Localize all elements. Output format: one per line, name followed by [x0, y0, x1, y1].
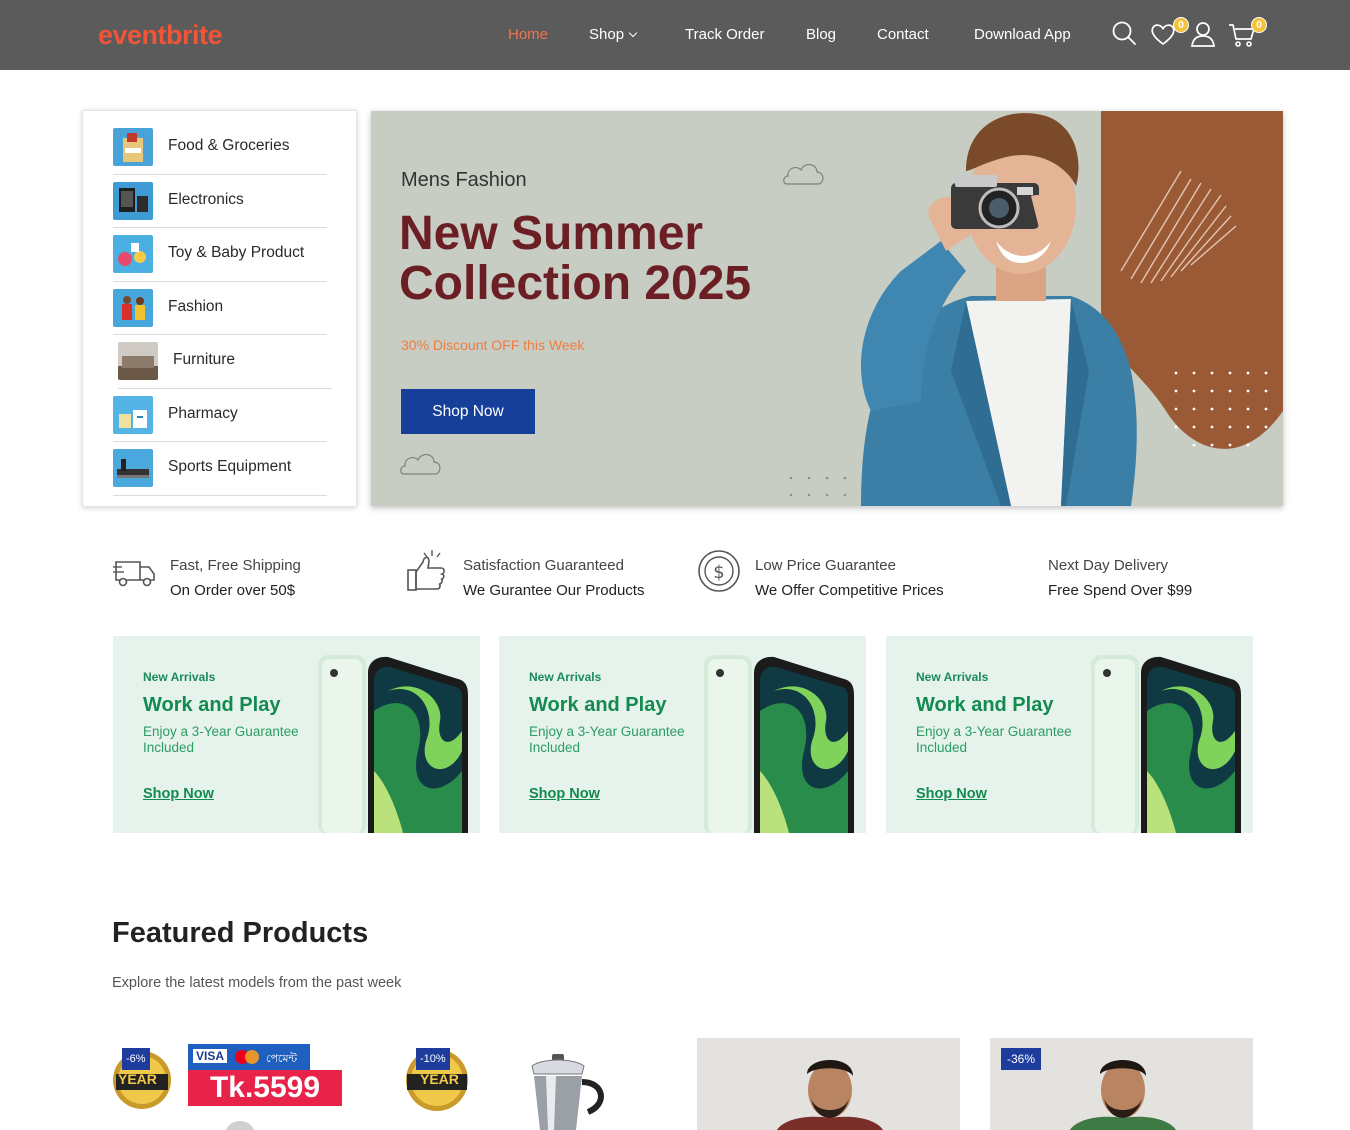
tablet-product-image: [318, 655, 468, 833]
nav-contact[interactable]: Contact: [877, 26, 929, 43]
discount-badge: -10%: [416, 1048, 450, 1070]
mastercard-logo: [235, 1050, 259, 1064]
feature-subtitle: We Gurantee Our Products: [463, 582, 645, 599]
promo-description: Enjoy a 3-Year Guarantee Included: [916, 724, 1072, 755]
category-item-fashion[interactable]: Fashion: [113, 282, 327, 335]
visa-logo: VISA: [193, 1049, 228, 1063]
toy-baby-thumb: [113, 235, 153, 273]
promo-shop-now-link[interactable]: Shop Now: [916, 786, 987, 802]
hero-banner: Mens Fashion New Summer Collection 2025 …: [371, 111, 1283, 506]
product-card[interactable]: -10% YEAR: [404, 1038, 667, 1130]
discount-badge: -36%: [1001, 1048, 1042, 1070]
category-label: Toy & Baby Product: [168, 244, 305, 261]
promo-eyebrow: New Arrivals: [529, 670, 602, 684]
hero-shop-now-button[interactable]: Shop Now: [401, 389, 535, 434]
discount-badge: -6%: [122, 1048, 150, 1070]
feature-title: Low Price Guarantee: [755, 557, 896, 574]
price-banner: Tk.5599: [188, 1070, 342, 1106]
category-label: Electronics: [168, 190, 244, 208]
blender-product-image: [531, 1054, 604, 1130]
warranty-text: YEAR: [420, 1071, 459, 1087]
category-item-furniture[interactable]: Furniture: [118, 335, 332, 389]
product-image: [226, 1121, 254, 1130]
category-label: Sports Equipment: [168, 458, 292, 475]
promo-description: Enjoy a 3-Year Guarantee Included: [529, 724, 685, 755]
featured-products-heading: Featured Products: [112, 917, 369, 949]
promo-eyebrow: New Arrivals: [143, 670, 216, 684]
nav-shop-label: Shop: [589, 26, 625, 43]
thumbs-up-icon: [407, 550, 445, 591]
truck-icon: [113, 561, 155, 587]
nav-download-app[interactable]: Download App: [974, 26, 1071, 43]
product-card[interactable]: -6% YEAR VISA পেমেন্ট Tk.5599: [112, 1038, 375, 1130]
search-icon[interactable]: [1110, 19, 1140, 49]
category-label: Food & Groceries: [168, 137, 290, 154]
feature-subtitle: On Order over 50$: [170, 582, 296, 599]
product-card[interactable]: -36%: [990, 1038, 1253, 1130]
category-label: Fashion: [168, 297, 224, 315]
tablet-product-image: [1091, 655, 1241, 833]
pharmacy-thumb: [113, 395, 153, 434]
nav-home[interactable]: Home: [508, 26, 548, 43]
category-item-toy-baby-product[interactable]: Toy & Baby Product: [113, 228, 327, 282]
hero-subtitle: Mens Fashion: [401, 169, 527, 191]
feature-title: Next Day Delivery: [1048, 557, 1169, 574]
category-item-sports-equipment[interactable]: Sports Equipment: [113, 442, 327, 496]
nav-track-order[interactable]: Track Order: [685, 26, 764, 43]
feature-subtitle: We Offer Competitive Prices: [755, 582, 944, 599]
fashion-thumb: [113, 288, 153, 327]
promo-card: New Arrivals Work and Play Enjoy a 3-Yea…: [499, 636, 866, 833]
hero-title: New Summer Collection 2025: [399, 207, 752, 310]
promo-shop-now-link[interactable]: Shop Now: [143, 786, 214, 802]
category-sidebar: Food & Groceries Electronics Toy & Baby …: [82, 110, 357, 507]
eventbrite-logo[interactable]: eventbrite: [98, 20, 223, 51]
feature-fast-shipping: Fast, Free Shipping On Order over 50$: [112, 548, 382, 608]
category-label: Furniture: [173, 351, 236, 368]
product-card[interactable]: [697, 1038, 960, 1130]
promo-card: New Arrivals Work and Play Enjoy a 3-Yea…: [886, 636, 1253, 833]
payment-strip: VISA পেমেন্ট: [188, 1044, 310, 1070]
tablet-product-image: [704, 655, 854, 833]
promo-title: Work and Play: [143, 694, 281, 716]
user-icon[interactable]: [1188, 19, 1218, 49]
feature-satisfaction: Satisfaction Guaranteed We Gurantee Our …: [405, 548, 675, 608]
category-label: Pharmacy: [168, 404, 238, 422]
furniture-thumb: [118, 342, 158, 380]
promo-eyebrow: New Arrivals: [916, 670, 989, 684]
feature-subtitle: Free Spend Over $99: [1048, 582, 1193, 599]
promo-description: Enjoy a 3-Year Guarantee Included: [143, 724, 299, 755]
promo-shop-now-link[interactable]: Shop Now: [529, 786, 600, 802]
hero-discount-text: 30% Discount OFF this Week: [401, 337, 585, 353]
top-navigation-bar: eventbrite Home Shop Track Order Blog Co…: [0, 0, 1350, 70]
shirt-model-product-image: [697, 1038, 960, 1130]
hero-model-photo: [789, 111, 1283, 506]
promo-title: Work and Play: [916, 694, 1054, 716]
feature-low-price: $ Low Price Guarantee We Offer Competiti…: [697, 548, 987, 608]
wishlist-count-badge: 0: [1173, 17, 1189, 33]
promo-card: New Arrivals Work and Play Enjoy a 3-Yea…: [113, 636, 480, 833]
nav-blog[interactable]: Blog: [806, 26, 836, 43]
category-item-electronics[interactable]: Electronics: [113, 175, 327, 228]
sports-equipment-thumb: [113, 449, 153, 487]
svg-text:$: $: [713, 562, 724, 583]
feature-title: Satisfaction Guaranteed: [463, 557, 624, 574]
electronics-thumb: [113, 181, 153, 220]
feature-next-day-delivery: Next Day Delivery Free Spend Over $99: [1048, 548, 1248, 608]
chevron-down-icon: [628, 28, 638, 38]
category-item-food-groceries[interactable]: Food & Groceries: [113, 121, 327, 175]
promo-title: Work and Play: [529, 694, 667, 716]
featured-products-subtitle: Explore the latest models from the past …: [112, 975, 402, 991]
feature-title: Fast, Free Shipping: [170, 557, 301, 574]
cloud-doodle-icon: [400, 454, 441, 475]
cart-count-badge: 0: [1251, 17, 1267, 33]
food-groceries-thumb: [113, 128, 153, 166]
category-item-pharmacy[interactable]: Pharmacy: [113, 389, 327, 442]
payment-bangla-text: পেমেন্ট: [266, 1052, 298, 1065]
dollar-circle-icon: $: [698, 550, 740, 592]
nav-shop[interactable]: Shop: [589, 26, 638, 43]
warranty-text: YEAR: [118, 1071, 157, 1087]
